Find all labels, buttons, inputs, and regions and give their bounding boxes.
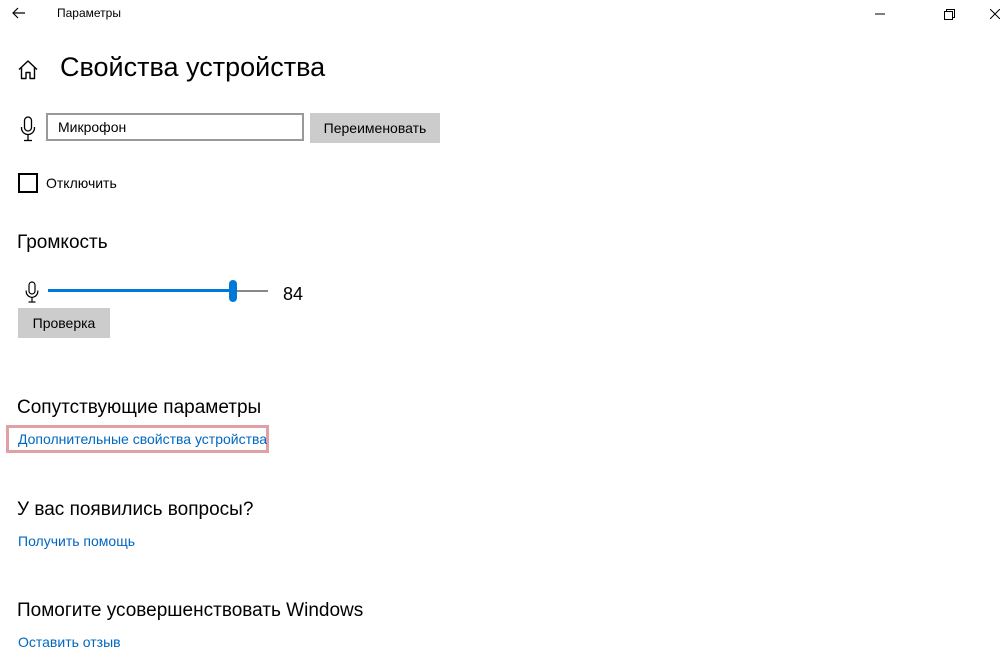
disable-checkbox-row[interactable]: Отключить bbox=[18, 173, 117, 193]
volume-slider-fill bbox=[48, 289, 233, 292]
volume-slider-thumb[interactable] bbox=[229, 280, 237, 302]
test-button[interactable]: Проверка bbox=[18, 308, 110, 338]
microphone-icon bbox=[20, 116, 36, 142]
back-button[interactable] bbox=[6, 2, 32, 24]
microphone-icon bbox=[25, 281, 39, 303]
volume-heading: Громкость bbox=[17, 232, 108, 253]
get-help-link[interactable]: Получить помощь bbox=[18, 533, 135, 549]
volume-value: 84 bbox=[283, 284, 304, 304]
questions-heading: У вас появились вопросы? bbox=[17, 499, 254, 520]
settings-window: Параметры Свойства устройства Микрофон П… bbox=[0, 0, 1007, 659]
close-button[interactable] bbox=[972, 0, 1007, 28]
app-title: Параметры bbox=[57, 6, 121, 20]
close-icon bbox=[990, 9, 1000, 19]
device-name-input[interactable] bbox=[46, 113, 304, 141]
minimize-button[interactable] bbox=[857, 0, 903, 28]
volume-slider[interactable] bbox=[48, 278, 268, 304]
page-title: Свойства устройства bbox=[60, 52, 326, 82]
give-feedback-link[interactable]: Оставить отзыв bbox=[18, 634, 121, 650]
rename-button[interactable]: Переименовать bbox=[310, 113, 440, 143]
related-settings-heading: Сопутствующие параметры bbox=[17, 397, 262, 418]
home-button[interactable] bbox=[16, 58, 40, 82]
restore-icon bbox=[943, 8, 955, 20]
disable-checkbox-label: Отключить bbox=[46, 175, 117, 191]
advanced-device-properties-link[interactable]: Дополнительные свойства устройства bbox=[18, 431, 267, 447]
improve-windows-heading: Помогите усовершенствовать Windows bbox=[17, 600, 364, 621]
title-bar: Параметры bbox=[0, 0, 1007, 28]
arrow-left-icon bbox=[12, 7, 25, 19]
home-icon bbox=[18, 60, 38, 80]
minimize-icon bbox=[875, 13, 885, 15]
restore-button[interactable] bbox=[926, 0, 972, 28]
disable-checkbox[interactable] bbox=[18, 173, 38, 193]
